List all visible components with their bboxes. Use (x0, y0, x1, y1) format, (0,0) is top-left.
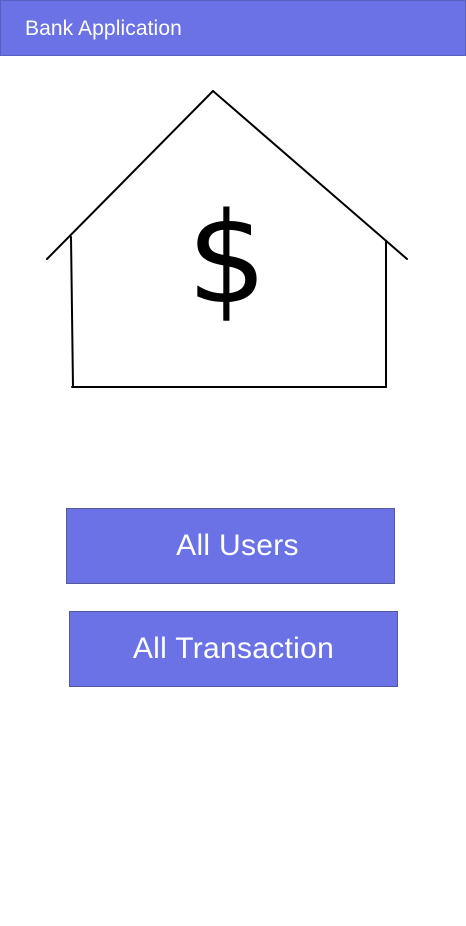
bank-house-dollar-icon: $ (46, 90, 408, 388)
all-users-button[interactable]: All Users (66, 508, 395, 584)
all-transaction-button[interactable]: All Transaction (69, 611, 398, 687)
wall-left-line (70, 236, 74, 388)
all-transaction-label: All Transaction (132, 632, 335, 665)
all-users-label: All Users (176, 529, 299, 562)
bank-app-screen: Bank Application $ All Users All Transac… (0, 0, 466, 926)
dollar-symbol: $ (187, 185, 267, 332)
